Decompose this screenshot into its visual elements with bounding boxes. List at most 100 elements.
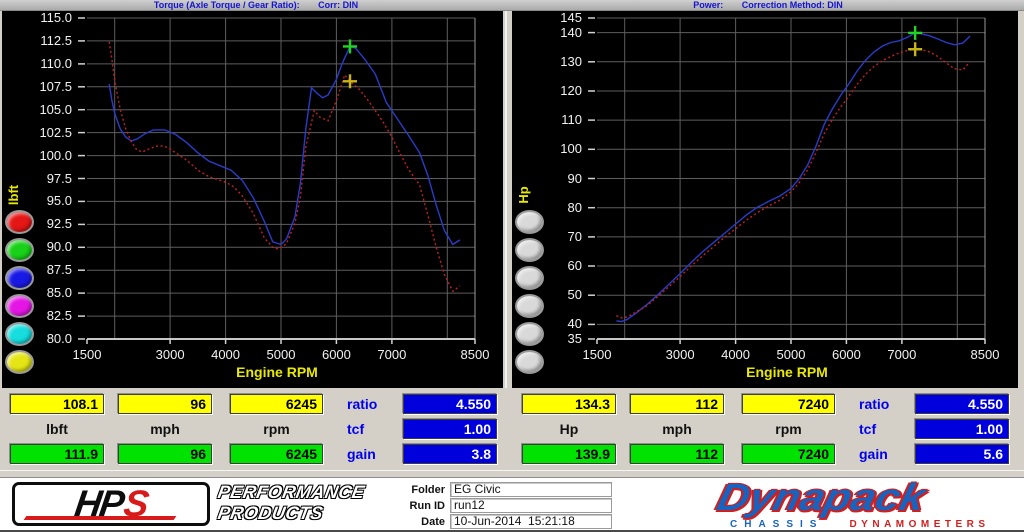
y-tick-label: 50: [567, 287, 582, 303]
y-tick-label: 95.0: [46, 193, 72, 209]
hps-performance-text: PERFORMANCE: [216, 482, 367, 502]
torque-cursor-rpm: 6245: [230, 394, 323, 414]
dynapack-chassis-text: CHASSIS: [730, 519, 824, 530]
y-tick-label: 102.5: [39, 124, 72, 140]
y-tick-label: 105.0: [39, 101, 72, 117]
torque-chart-title: Torque (Axle Torque / Gear Ratio): Corr:…: [0, 0, 512, 10]
power-readout-panel: 134.3 112 7240 Hp mph rpm 139.9 112 7240…: [512, 388, 1024, 470]
hps-logo: HP S: [12, 482, 210, 526]
tcf-value: 1.00: [403, 419, 497, 439]
y-tick-label: 70: [567, 228, 582, 244]
dyno-curve: [616, 32, 971, 323]
x-tick-label: 7000: [377, 347, 407, 362]
folder-field-row: Folder EG Civic: [398, 482, 612, 497]
gain-value: 3.8: [403, 444, 497, 464]
power-title-text: Power:: [693, 0, 724, 10]
y-tick-label: 130: [560, 53, 582, 69]
run-info-fields: Folder EG Civic Run ID run12 Date 10-Jun…: [398, 482, 612, 530]
x-tick-label: 6000: [831, 347, 861, 362]
rpm-unit-label: rpm: [775, 421, 802, 437]
run-id-label: Run ID: [409, 499, 445, 512]
dyno-curve: [616, 48, 971, 319]
torque-title-text: Torque (Axle Torque / Gear Ratio):: [153, 0, 300, 10]
gain-label: gain: [859, 446, 888, 462]
y-tick-label: 145: [560, 10, 582, 25]
power-y-axis-ticks: 145 140 130 120 110 100 90 80 70 60 50 40 35: [530, 11, 584, 347]
x-tick-label: 3000: [155, 347, 185, 362]
folder-input[interactable]: EG Civic: [450, 482, 612, 497]
torque-cursor-mph: 96: [118, 394, 212, 414]
date-input[interactable]: 10-Jun-2014 15:21:18: [450, 514, 612, 529]
power-cursor-value: 134.3: [522, 394, 616, 414]
ratio-label: ratio: [859, 396, 890, 412]
y-tick-label: 40: [567, 316, 582, 332]
torque-readout-panel: 108.1 96 6245 lbft mph rpm 111.9 96 6245…: [0, 388, 512, 470]
cursor-crosshair[interactable]: [908, 25, 923, 40]
y-tick-label: 115.0: [40, 10, 72, 25]
power-run-rpm: 7240: [742, 444, 835, 464]
y-tick-label: 35: [567, 331, 582, 346]
ratio-value: 4.550: [915, 394, 1009, 414]
rpm-unit-label: rpm: [263, 421, 290, 437]
torque-y-axis-ticks: 115.0 112.5 110.0 107.5 105.0 102.5 100.0 97.5 9…: [20, 11, 74, 347]
x-tick-label: 8500: [970, 347, 1000, 362]
cursor-crosshair[interactable]: [343, 39, 358, 54]
hps-logo-swoosh: [23, 516, 177, 520]
power-cursor-mph: 112: [630, 394, 724, 414]
power-chart-title: Power: Correction Method: DIN: [512, 0, 1024, 10]
gain-value: 5.6: [915, 444, 1009, 464]
hps-products-text: PRODUCTS: [216, 503, 325, 523]
y-tick-label: 92.5: [46, 216, 72, 232]
torque-correction-text: Corr: DIN: [318, 0, 359, 10]
power-run-value: 139.9: [522, 444, 616, 464]
tcf-label: tcf: [859, 421, 877, 437]
ratio-label: ratio: [347, 396, 378, 412]
panel-divider: [505, 11, 507, 388]
y-tick-label: 90: [567, 170, 582, 186]
cursor-crosshair[interactable]: [908, 42, 923, 57]
power-unit-label: Hp: [559, 421, 579, 437]
y-tick-label: 120: [560, 82, 582, 98]
dyno-app-window: { "chart_data": [ { "type": "line", "tit…: [0, 0, 1024, 532]
folder-label: Folder: [411, 483, 445, 496]
readout-region: 108.1 96 6245 lbft mph rpm 111.9 96 6245…: [0, 388, 1024, 470]
y-tick-label: 82.5: [46, 308, 72, 324]
tcf-label: tcf: [347, 421, 365, 437]
y-tick-label: 60: [567, 258, 582, 274]
x-tick-label: 1500: [582, 347, 612, 362]
y-tick-label: 80: [567, 199, 582, 215]
torque-run-rpm: 6245: [230, 444, 323, 464]
run-id-input[interactable]: run12: [450, 498, 612, 513]
y-tick-label: 90.0: [46, 239, 72, 255]
y-tick-label: 140: [560, 24, 582, 40]
torque-plot-area[interactable]: [76, 14, 478, 344]
x-tick-label: 1500: [72, 347, 102, 362]
power-run-mph: 112: [630, 444, 724, 464]
y-tick-label: 97.5: [46, 170, 72, 186]
torque-run-value: 111.9: [10, 444, 104, 464]
x-tick-label: 4000: [721, 347, 751, 362]
torque-x-axis-ticks: 1500 3000 4000 5000 6000 7000 8500: [2, 347, 503, 362]
x-tick-label: 3000: [665, 347, 695, 362]
x-tick-label: 4000: [211, 347, 241, 362]
y-tick-label: 100: [560, 141, 582, 157]
dynapack-logo: Dynapack CHASSIS DYNAMOMETERS: [713, 477, 1018, 532]
x-tick-label: 5000: [266, 347, 296, 362]
y-tick-label: 87.5: [46, 262, 72, 278]
y-tick-label: 80.0: [46, 331, 72, 346]
x-tick-label: 7000: [887, 347, 917, 362]
power-cursor-rpm: 7240: [742, 394, 835, 414]
torque-chart-panel: lbft 115.0 112.5 110.0 107.5 105.0 102.5 100.0…: [2, 11, 503, 388]
power-x-axis-label: Engine RPM: [746, 364, 828, 380]
dynapack-subtitle: CHASSIS DYNAMOMETERS: [718, 519, 1018, 530]
dyno-curve: [108, 41, 461, 293]
run-id-field-row: Run ID run12: [398, 498, 612, 513]
mph-unit-label: mph: [662, 421, 692, 437]
y-tick-label: 107.5: [39, 78, 72, 94]
x-tick-label: 8500: [460, 347, 490, 362]
mph-unit-label: mph: [150, 421, 180, 437]
ratio-value: 4.550: [403, 394, 497, 414]
y-tick-label: 112.5: [40, 32, 72, 48]
power-plot-area[interactable]: [586, 14, 988, 344]
torque-x-axis-label: Engine RPM: [236, 364, 318, 380]
